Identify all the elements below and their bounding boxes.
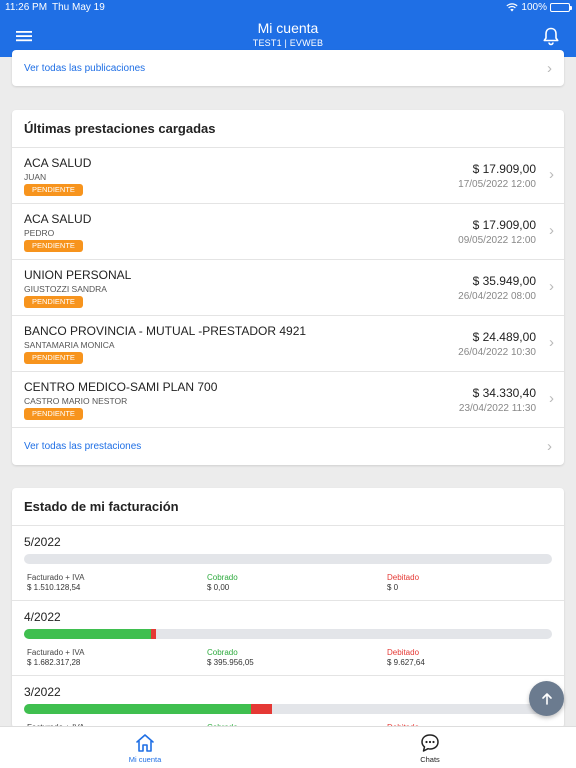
facturado-column: Facturado + IVA $ 1.510.128,54	[27, 573, 84, 593]
cobrado-label: Cobrado	[207, 648, 238, 657]
cobrado-segment	[24, 629, 151, 639]
cobrado-column: Cobrado $ 395.956,05	[207, 648, 254, 668]
facturado-column: Facturado + IVA $ 1.682.317,28	[27, 648, 84, 668]
facturado-value: $ 1.510.128,54	[27, 583, 81, 592]
prestacion-row[interactable]: CENTRO MEDICO-SAMI PLAN 700 CASTRO MARIO…	[12, 372, 564, 428]
cobrado-label: Cobrado	[207, 573, 238, 582]
prestacion-patient: JUAN	[24, 172, 47, 182]
prestacion-date: 23/04/2022 11:30	[458, 403, 536, 414]
publicaciones-card: Ver todas las publicaciones ›	[12, 50, 564, 86]
ver-prestaciones-label: Ver todas las prestaciones	[24, 441, 142, 452]
bottom-nav: Mi cuenta Chats	[0, 726, 576, 768]
cobrado-value: $ 0,00	[207, 583, 230, 592]
status-bar: 11:26 PM Thu May 19 100%	[0, 0, 576, 16]
prestacion-amount: $ 17.909,00	[472, 162, 536, 176]
prestacion-row[interactable]: UNION PERSONAL GIUSTOZZI SANDRA PENDIENT…	[12, 260, 564, 316]
chevron-right-icon: ›	[549, 390, 554, 407]
prestacion-patient: CASTRO MARIO NESTOR	[24, 396, 128, 406]
chevron-right-icon: ›	[547, 59, 552, 77]
prestacion-amount: $ 17.909,00	[472, 218, 536, 232]
prestacion-row[interactable]: ACA SALUD JUAN PENDIENTE $ 17.909,00 17/…	[12, 148, 564, 204]
status-indicators: 100%	[506, 2, 572, 13]
wifi-icon	[506, 3, 519, 12]
status-badge: PENDIENTE	[24, 408, 83, 420]
prestacion-date: 26/04/2022 10:30	[458, 347, 536, 358]
nav-chats[interactable]: Chats	[400, 733, 460, 764]
facturado-label: Facturado + IVA	[27, 648, 85, 657]
billing-progress-bar	[24, 704, 552, 714]
debitado-column: Debitado $ 0	[387, 573, 419, 593]
ver-publicaciones-label: Ver todas las publicaciones	[24, 62, 146, 74]
home-icon	[136, 734, 154, 752]
page-title: Mi cuenta	[257, 20, 319, 36]
scroll-top-button[interactable]	[529, 681, 564, 716]
ver-prestaciones-link[interactable]: Ver todas las prestaciones ›	[12, 428, 564, 465]
prestacion-name: UNION PERSONAL	[24, 268, 132, 282]
prestacion-name: ACA SALUD	[24, 212, 92, 226]
nav-chats-label: Chats	[420, 755, 440, 764]
battery-icon	[550, 3, 572, 12]
chevron-right-icon: ›	[547, 438, 552, 455]
billing-period: 4/2022	[24, 610, 61, 624]
prestacion-date: 17/05/2022 12:00	[458, 179, 536, 190]
status-badge: PENDIENTE	[24, 352, 83, 364]
app-header: 11:26 PM Thu May 19 100% Mi cuenta TEST1…	[0, 0, 576, 57]
status-badge: PENDIENTE	[24, 184, 83, 196]
page-subtitle: TEST1 | EVWEB	[252, 38, 324, 48]
prestacion-name: BANCO PROVINCIA - MUTUAL -PRESTADOR 4921	[24, 324, 307, 338]
billing-period-row[interactable]: 3/2022 Facturado + IVA Cobrado Debitado	[12, 676, 564, 728]
cobrado-segment	[24, 704, 252, 714]
prestacion-name: ACA SALUD	[24, 156, 92, 170]
prestacion-row[interactable]: BANCO PROVINCIA - MUTUAL -PRESTADOR 4921…	[12, 316, 564, 372]
prestacion-patient: SANTAMARIA MONICA	[24, 340, 115, 350]
header-title-block: Mi cuenta TEST1 | EVWEB	[0, 20, 576, 48]
bell-icon[interactable]	[540, 25, 562, 47]
chevron-right-icon: ›	[549, 278, 554, 295]
debitado-segment	[150, 629, 156, 639]
nav-mi-cuenta-label: Mi cuenta	[128, 755, 162, 764]
chat-bubble-icon	[421, 734, 439, 752]
prestacion-amount: $ 35.949,00	[472, 274, 536, 288]
nav-mi-cuenta[interactable]: Mi cuenta	[115, 733, 175, 764]
status-date: Thu May 19	[52, 2, 105, 13]
status-time: 11:26 PM	[5, 2, 48, 13]
debitado-segment	[251, 704, 273, 714]
facturado-label: Facturado + IVA	[27, 573, 85, 582]
status-badge: PENDIENTE	[24, 240, 83, 252]
chevron-right-icon: ›	[549, 166, 554, 183]
facturacion-title: Estado de mi facturación	[12, 488, 564, 526]
chevron-right-icon: ›	[549, 222, 554, 239]
ver-publicaciones-link[interactable]: Ver todas las publicaciones ›	[12, 50, 564, 86]
billing-period: 5/2022	[24, 535, 61, 549]
debitado-value: $ 9.627,64	[387, 658, 425, 667]
prestacion-patient: GIUSTOZZI SANDRA	[24, 284, 107, 294]
prestaciones-title: Últimas prestaciones cargadas	[12, 110, 564, 148]
debitado-value: $ 0	[387, 583, 399, 592]
billing-period: 3/2022	[24, 685, 61, 699]
prestacion-date: 26/04/2022 08:00	[458, 291, 536, 302]
billing-progress-bar	[24, 629, 552, 639]
prestacion-amount: $ 24.489,00	[472, 330, 536, 344]
cobrado-column: Cobrado $ 0,00	[207, 573, 238, 593]
facturado-value: $ 1.682.317,28	[27, 658, 81, 667]
facturacion-card: Estado de mi facturación 5/2022 Facturad…	[12, 488, 564, 728]
arrow-up-icon	[541, 692, 552, 705]
cobrado-value: $ 395.956,05	[207, 658, 254, 667]
battery-percent: 100%	[521, 2, 547, 13]
chevron-right-icon: ›	[549, 334, 554, 351]
debitado-column: Debitado $ 9.627,64	[387, 648, 425, 668]
billing-period-row[interactable]: 4/2022 Facturado + IVA $ 1.682.317,28 Co…	[12, 601, 564, 676]
prestacion-row[interactable]: ACA SALUD PEDRO PENDIENTE $ 17.909,00 09…	[12, 204, 564, 260]
prestaciones-card: Últimas prestaciones cargadas ACA SALUD …	[12, 110, 564, 465]
debitado-label: Debitado	[387, 648, 420, 657]
status-badge: PENDIENTE	[24, 296, 83, 308]
debitado-label: Debitado	[387, 573, 420, 582]
prestacion-name: CENTRO MEDICO-SAMI PLAN 700	[24, 380, 218, 394]
billing-progress-bar	[24, 554, 552, 564]
billing-period-row[interactable]: 5/2022 Facturado + IVA $ 1.510.128,54 Co…	[12, 526, 564, 601]
prestacion-patient: PEDRO	[24, 228, 55, 238]
prestacion-amount: $ 34.330,40	[472, 386, 536, 400]
prestacion-date: 09/05/2022 12:00	[458, 235, 536, 246]
